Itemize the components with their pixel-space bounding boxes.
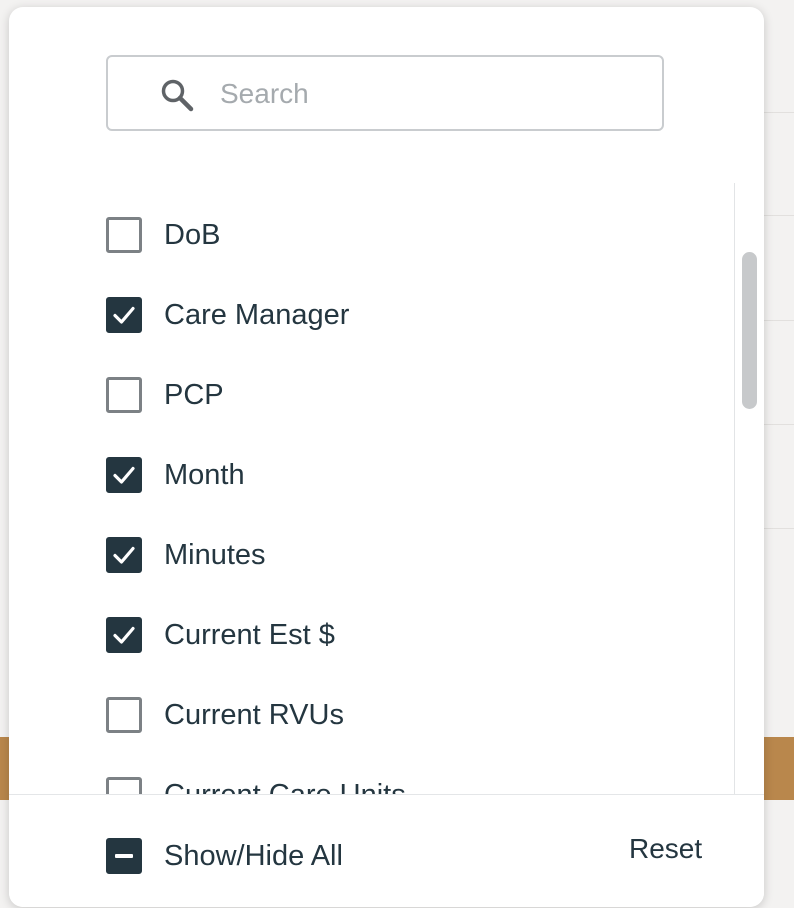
checkbox[interactable] xyxy=(106,537,142,573)
column-item-dob[interactable]: DoB xyxy=(106,215,666,255)
checkbox[interactable] xyxy=(106,617,142,653)
column-list[interactable]: DoB Care Manager PCP Month Minutes Curre… xyxy=(9,183,734,794)
reset-button[interactable]: Reset xyxy=(629,833,702,865)
background-divider xyxy=(764,112,794,113)
check-icon xyxy=(113,626,135,644)
check-icon xyxy=(113,306,135,324)
show-hide-all-label: Show/Hide All xyxy=(164,839,343,872)
column-item-label: Current RVUs xyxy=(164,698,344,731)
minus-icon xyxy=(115,854,133,858)
indeterminate-checkbox[interactable] xyxy=(106,838,142,874)
column-item-pcp[interactable]: PCP xyxy=(106,375,666,415)
background-divider xyxy=(764,215,794,216)
search-input[interactable] xyxy=(218,73,642,115)
column-item-minutes[interactable]: Minutes xyxy=(106,535,666,575)
show-hide-all-toggle[interactable]: Show/Hide All xyxy=(106,838,343,874)
column-item-label: Care Manager xyxy=(164,298,350,331)
column-item-care-manager[interactable]: Care Manager xyxy=(106,295,666,335)
column-item-label: Current Care Units xyxy=(164,779,406,795)
checkbox[interactable] xyxy=(106,297,142,333)
column-item-label: Current Est $ xyxy=(164,618,335,651)
background-divider xyxy=(764,424,794,425)
checkbox[interactable] xyxy=(106,377,142,413)
check-icon xyxy=(113,546,135,564)
column-item-current-rvus[interactable]: Current RVUs xyxy=(106,695,666,735)
scrollbar-thumb[interactable] xyxy=(742,252,757,409)
column-item-current-est[interactable]: Current Est $ xyxy=(106,615,666,655)
search-icon xyxy=(161,79,194,112)
check-icon xyxy=(113,466,135,484)
background-divider xyxy=(764,320,794,321)
checkbox[interactable] xyxy=(106,697,142,733)
column-item-current-care-units[interactable]: Current Care Units xyxy=(106,775,666,794)
checkbox[interactable] xyxy=(106,777,142,794)
column-item-label: Month xyxy=(164,458,245,491)
popover-footer: Show/Hide All Reset xyxy=(9,794,764,907)
search-box[interactable] xyxy=(106,55,664,131)
column-item-label: PCP xyxy=(164,378,224,411)
column-picker-popover: DoB Care Manager PCP Month Minutes xyxy=(9,7,764,907)
checkbox[interactable] xyxy=(106,217,142,253)
column-item-month[interactable]: Month xyxy=(106,455,666,495)
background-divider xyxy=(764,528,794,529)
scrollbar-track[interactable] xyxy=(734,183,735,794)
column-item-label: DoB xyxy=(164,218,221,251)
column-item-label: Minutes xyxy=(164,538,266,571)
checkbox[interactable] xyxy=(106,457,142,493)
